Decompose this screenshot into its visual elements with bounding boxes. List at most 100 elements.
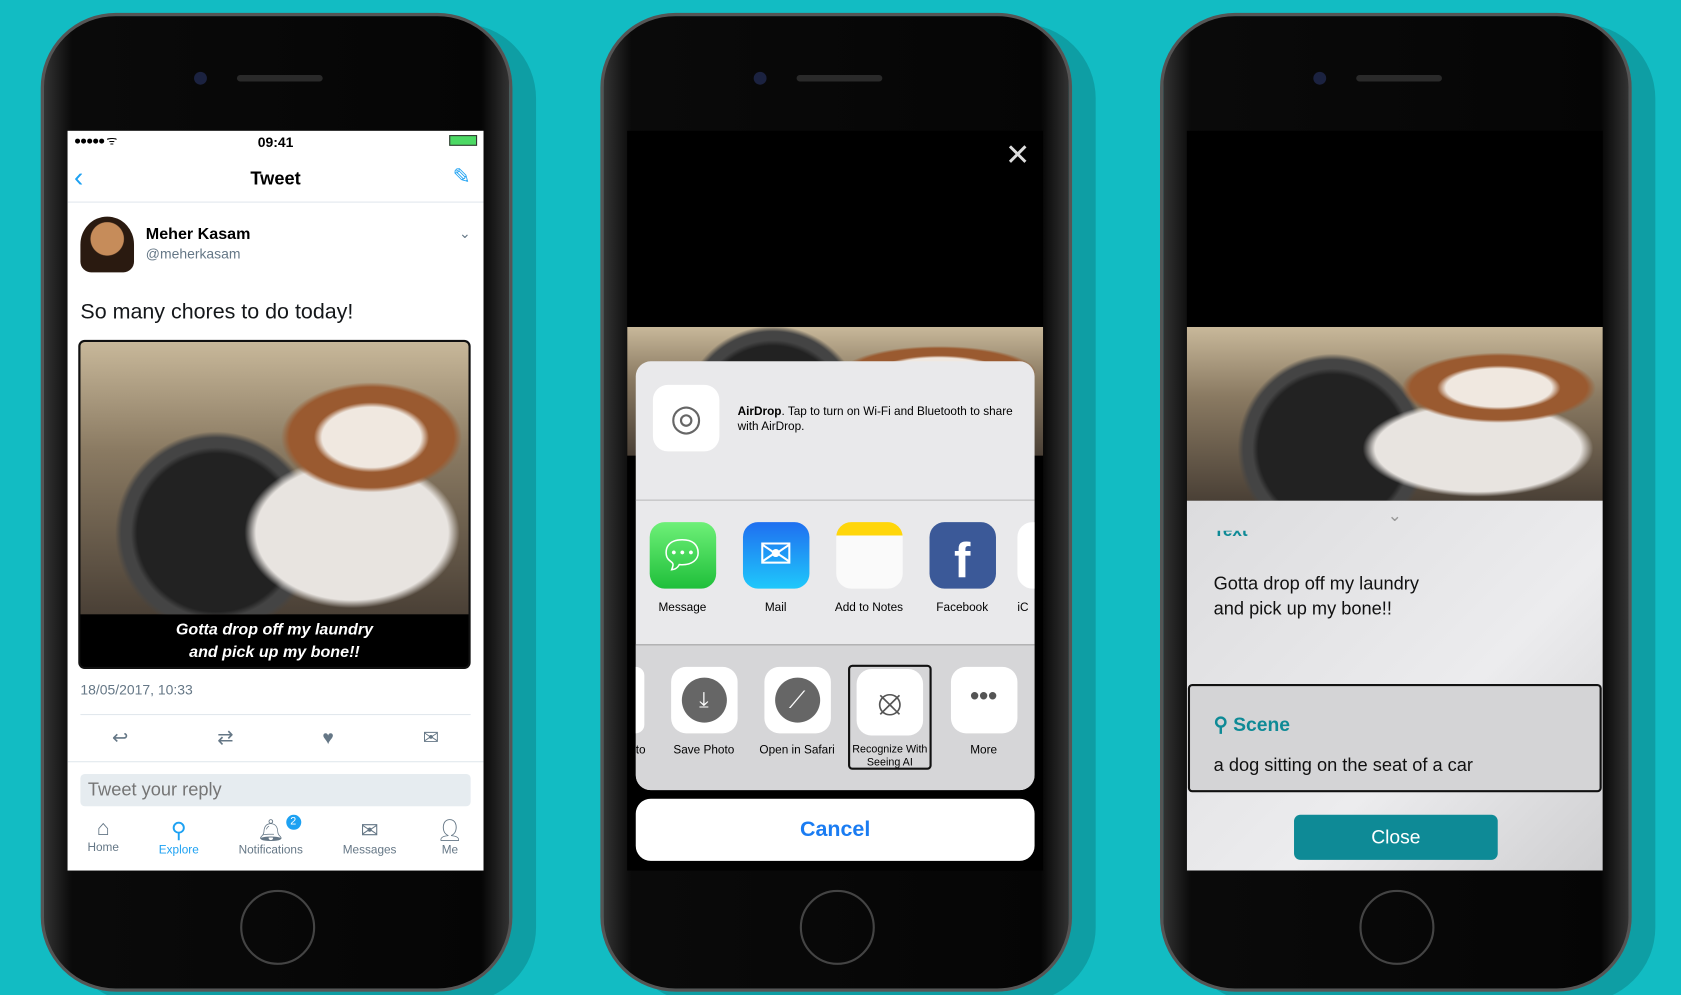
close-button[interactable]: Close (1294, 814, 1498, 860)
twitter-screen: ●●●●● ᯤ 09:41 ‹ Tweet ✎ Meher Kasam @meh… (67, 130, 484, 871)
collapse-chevron-icon[interactable]: ⌄ (1187, 505, 1603, 526)
tweet-image[interactable]: Gotta drop off my laundry and pick up my… (78, 339, 471, 669)
close-icon[interactable]: ✕ (1005, 137, 1030, 172)
action-label: Open in Safari (759, 744, 835, 757)
speaker (236, 75, 323, 82)
app-label: Add to Notes (834, 601, 904, 615)
tab-explore[interactable]: ⚲ Explore (159, 817, 199, 871)
share-icloud[interactable]: iC (1009, 522, 1035, 614)
scene-description: a dog sitting on the seat of a car (1213, 754, 1473, 776)
results-panel: ⌄ Text Gotta drop off my laundry and pic… (1186, 500, 1603, 871)
dog-photo (80, 341, 469, 615)
status-time: 09:41 (257, 134, 294, 151)
timestamp: 18/05/2017, 10:33 (80, 681, 193, 698)
chevron-down-icon[interactable]: ⌄ (459, 225, 471, 242)
front-camera (194, 71, 207, 85)
page-title: Tweet (250, 168, 301, 189)
tab-label: Me (441, 843, 459, 857)
message-icon: 💬︎ (649, 522, 716, 589)
like-icon[interactable]: ♥ (322, 727, 333, 750)
airdrop-title: AirDrop (737, 405, 782, 419)
retweet-icon[interactable]: ⇄ (217, 727, 233, 750)
compass-icon: ⟋ (774, 677, 820, 723)
action-row: to ⤓ Save Photo ⟋ Open in Safari ⦻ Recogniz… (635, 645, 1035, 791)
front-camera (1313, 71, 1327, 85)
airdrop-icon: ◎ (652, 384, 720, 452)
mail-icon: ✉ (742, 522, 809, 589)
app-label: Mail (764, 601, 787, 615)
divider (67, 201, 484, 203)
app-label: Message (658, 601, 707, 615)
seeing-ai-button[interactable]: ⦻ Recognize With Seeing AI (848, 664, 932, 770)
phone-twitter: ●●●●● ᯤ 09:41 ‹ Tweet ✎ Meher Kasam @meh… (40, 12, 513, 992)
share-mail[interactable]: ✉ Mail (729, 522, 822, 614)
tweet-text: So many chores to do today! (80, 300, 354, 324)
home-button[interactable] (1359, 889, 1435, 965)
share-facebook[interactable]: f Facebook (916, 522, 1009, 614)
front-camera (753, 71, 767, 85)
scene-icon: ⚲ (1213, 714, 1228, 736)
caption-line: Gotta drop off my laundry (175, 620, 374, 639)
caption-line: and pick up my bone!! (189, 643, 360, 662)
action-icon (635, 666, 645, 734)
notification-badge: 2 (285, 814, 301, 830)
dog-photo (1186, 326, 1603, 501)
tab-messages[interactable]: ✉ Messages (343, 817, 397, 871)
author-name[interactable]: Meher Kasam (146, 225, 251, 243)
text-section-heading: Text (1213, 530, 1248, 541)
author-handle[interactable]: @meherkasam (146, 246, 241, 262)
action-label: Save Photo (673, 744, 735, 757)
tab-label: Home (87, 841, 119, 855)
action-label: More (970, 744, 998, 757)
tab-me[interactable]: 👤︎ Me (436, 817, 463, 871)
share-message[interactable]: 💬︎ Message (636, 522, 729, 614)
share-sheet: ◎ AirDrop. Tap to turn on Wi-Fi and Blue… (635, 361, 1035, 791)
open-in-safari-button[interactable]: ⟋ Open in Safari (750, 666, 843, 758)
tab-label: Explore (158, 843, 199, 857)
person-icon: 👤︎ (436, 819, 464, 843)
scene-heading: Scene (1233, 714, 1291, 736)
reply-input[interactable] (80, 774, 471, 807)
tab-label: Notifications (238, 843, 303, 857)
scene-section[interactable]: ⚲ Scene a dog sitting on the seat of a c… (1187, 683, 1602, 793)
app-icon (1017, 522, 1035, 589)
airdrop-row[interactable]: ◎ AirDrop. Tap to turn on Wi-Fi and Blue… (635, 361, 1035, 501)
home-button[interactable] (240, 889, 316, 965)
action-label[interactable]: to (636, 744, 646, 757)
envelope-icon: ✉ (360, 819, 379, 843)
home-button[interactable] (799, 889, 875, 965)
app-label: Facebook (936, 601, 989, 615)
recognized-text: and pick up my bone!! (1213, 598, 1392, 619)
tab-notifications[interactable]: 🔔︎ 2 Notifications (238, 814, 303, 871)
more-icon: ••• (950, 666, 1017, 734)
tab-home[interactable]: ⌂ Home (87, 817, 118, 871)
seeing-ai-screen: ⌄ Text Gotta drop off my laundry and pic… (1186, 130, 1603, 871)
save-photo-button[interactable]: ⤓ Save Photo (657, 666, 750, 757)
compose-icon[interactable]: ✎ (453, 163, 471, 190)
tab-label: Messages (342, 843, 397, 857)
divider (80, 714, 471, 716)
divider (67, 761, 484, 763)
battery-icon (449, 135, 478, 146)
recognized-text: Gotta drop off my laundry (1213, 573, 1419, 594)
stage: ●●●●● ᯤ 09:41 ‹ Tweet ✎ Meher Kasam @meh… (0, 0, 1681, 995)
share-screen: ✕ ◎ AirDrop. Tap to turn on Wi-Fi and Bl… (627, 130, 1044, 871)
more-button[interactable]: ••• More (937, 666, 1030, 757)
cancel-button[interactable]: Cancel (635, 798, 1035, 861)
direct-message-icon[interactable]: ✉ (423, 727, 439, 750)
facebook-icon: f (928, 522, 996, 589)
phone-share-sheet: ✕ ◎ AirDrop. Tap to turn on Wi-Fi and Bl… (600, 12, 1073, 992)
reply-icon[interactable]: ↩ (112, 727, 128, 750)
home-icon: ⌂ (96, 816, 110, 841)
share-notes[interactable]: Add to Notes (822, 522, 915, 614)
speaker (796, 75, 883, 82)
avatar[interactable] (80, 216, 135, 273)
app-label: iC (1017, 601, 1029, 615)
action-label: Recognize With Seeing AI (852, 744, 928, 769)
app-row: 💬︎ Message ✉ Mail Add to Notes f Facebook i… (635, 501, 1035, 646)
speaker (1356, 75, 1442, 82)
seeing-ai-icon: ⦻ (856, 668, 924, 736)
search-icon: ⚲ (170, 819, 187, 843)
phone-seeing-ai: ⌄ Text Gotta drop off my laundry and pic… (1160, 12, 1632, 992)
download-icon: ⤓ (681, 677, 727, 723)
